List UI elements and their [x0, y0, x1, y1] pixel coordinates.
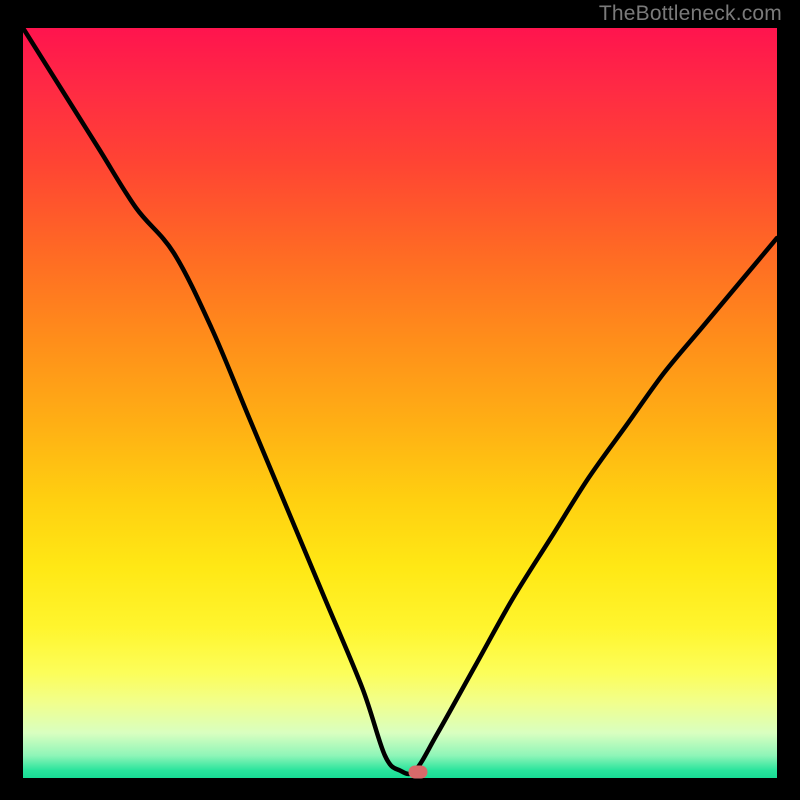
chart-frame: TheBottleneck.com — [0, 0, 800, 800]
optimum-marker — [409, 766, 428, 779]
watermark-text: TheBottleneck.com — [599, 2, 782, 26]
gradient-plot-area — [23, 28, 777, 778]
bottleneck-curve — [23, 28, 777, 778]
